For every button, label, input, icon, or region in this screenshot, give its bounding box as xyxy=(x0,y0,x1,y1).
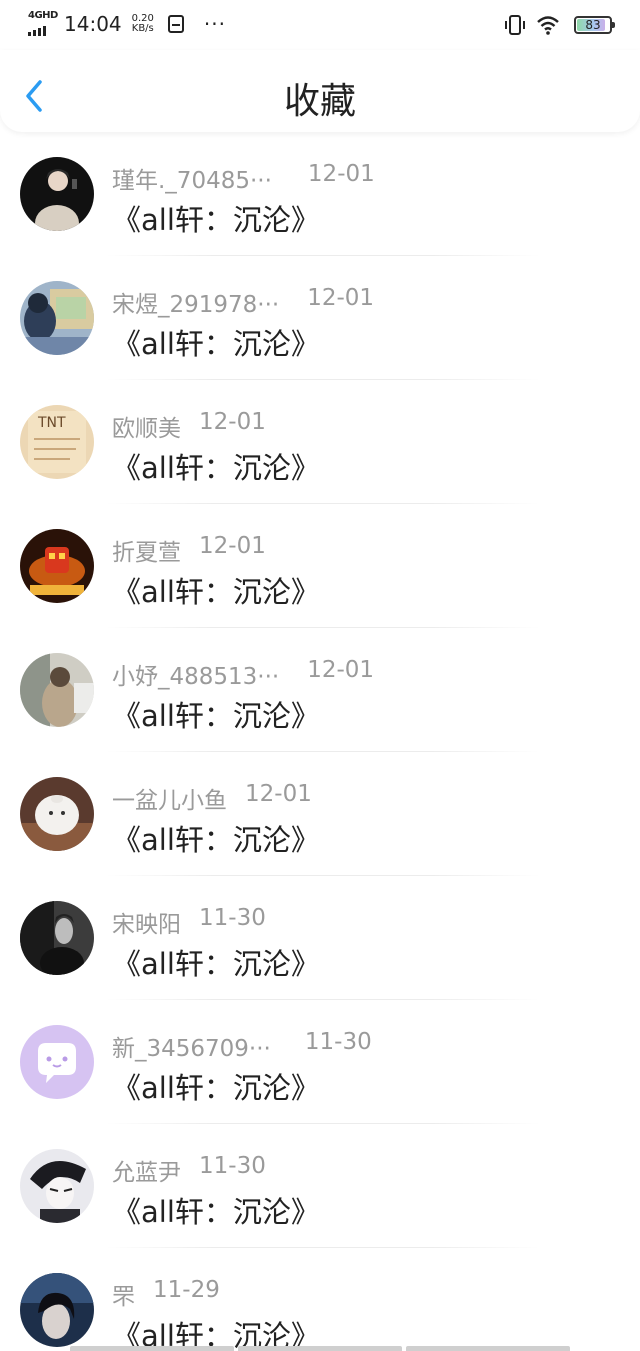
svg-text:TNT: TNT xyxy=(37,415,66,431)
list-item[interactable]: 罘 11-29 《all轩：沉沦》 xyxy=(0,1248,640,1351)
scroll-indicator xyxy=(70,1346,570,1351)
list-item[interactable]: 新_3456709··· 11-30 《all轩：沉沦》 xyxy=(0,1000,640,1124)
avatar[interactable] xyxy=(20,1025,94,1099)
story-title[interactable]: 《all轩：沉沦》 xyxy=(112,693,320,735)
avatar[interactable] xyxy=(20,1149,94,1223)
list-item[interactable]: TNT 欧顺美 12-01 《all轩：沉沦》 xyxy=(0,380,640,504)
list-item[interactable]: 小妤_488513··· 12-01 《all轩：沉沦》 xyxy=(0,628,640,752)
clock: 14:04 xyxy=(64,12,122,36)
battery-icon: 83 xyxy=(574,16,615,34)
story-title[interactable]: 《all轩：沉沦》 xyxy=(112,941,320,983)
speed-unit: KB/s xyxy=(131,23,154,34)
story-title[interactable]: 《all轩：沉沦》 xyxy=(112,321,320,363)
story-title[interactable]: 《all轩：沉沦》 xyxy=(112,197,320,239)
avatar[interactable] xyxy=(20,901,94,975)
story-title[interactable]: 《all轩：沉沦》 xyxy=(112,817,320,859)
user-name[interactable]: 瑾年._70485··· xyxy=(112,161,272,195)
user-name[interactable]: 一盆儿小鱼 xyxy=(112,781,227,815)
wifi-icon xyxy=(537,16,559,35)
avatar[interactable] xyxy=(20,157,94,231)
avatar[interactable] xyxy=(20,653,94,727)
avatar[interactable] xyxy=(20,281,94,355)
user-name[interactable]: 宋映阳 xyxy=(112,905,181,939)
date: 11-30 xyxy=(199,1153,266,1179)
date: 11-29 xyxy=(153,1277,220,1303)
battery-level: 83 xyxy=(585,18,601,32)
story-title[interactable]: 《all轩：沉沦》 xyxy=(112,445,320,487)
story-title[interactable]: 《all轩：沉沦》 xyxy=(112,569,320,611)
list-item[interactable]: 宋映阳 11-30 《all轩：沉沦》 xyxy=(0,876,640,1000)
story-title[interactable]: 《all轩：沉沦》 xyxy=(112,1189,320,1231)
network-type: 4GHD xyxy=(28,10,58,21)
list-item[interactable]: 宋煜_291978··· 12-01 《all轩：沉沦》 xyxy=(0,256,640,380)
user-name[interactable]: 罘 xyxy=(112,1277,135,1311)
user-name[interactable]: 新_3456709··· xyxy=(112,1029,271,1063)
avatar[interactable] xyxy=(20,1273,94,1347)
user-name[interactable]: 欧顺美 xyxy=(112,409,181,443)
date: 12-01 xyxy=(307,285,375,311)
page-title: 收藏 xyxy=(283,81,356,122)
avatar[interactable] xyxy=(20,777,94,851)
date: 12-01 xyxy=(199,409,266,435)
list-item[interactable]: 一盆儿小鱼 12-01 《all轩：沉沦》 xyxy=(0,752,640,876)
date: 12-01 xyxy=(245,781,312,807)
signal-icon: 4GHD xyxy=(28,10,58,36)
date: 12-01 xyxy=(199,533,266,559)
status-bar: 4GHD 14:04 0.20 KB/s ··· 83 xyxy=(0,0,640,50)
sim-card-icon xyxy=(167,15,184,33)
user-name[interactable]: 宋煜_291978··· xyxy=(112,285,279,319)
favorites-list[interactable]: 瑾年._70485··· 12-01 《all轩：沉沦》 宋煜_291978··… xyxy=(0,132,640,1351)
more-notifications: ··· xyxy=(203,12,226,36)
user-name[interactable]: 小妤_488513··· xyxy=(112,657,279,691)
avatar[interactable]: TNT xyxy=(20,405,94,479)
avatar[interactable] xyxy=(20,529,94,603)
user-name[interactable]: 折夏萱 xyxy=(112,533,181,567)
story-title[interactable]: 《all轩：沉沦》 xyxy=(112,1065,320,1107)
network-speed: 0.20 KB/s xyxy=(132,14,154,34)
date: 12-01 xyxy=(307,657,375,683)
date: 11-30 xyxy=(199,905,266,931)
vibrate-icon xyxy=(505,15,525,35)
list-item[interactable]: 瑾年._70485··· 12-01 《all轩：沉沦》 xyxy=(0,132,640,256)
list-item[interactable]: 允蓝尹 11-30 《all轩：沉沦》 xyxy=(0,1124,640,1248)
date: 11-30 xyxy=(304,1029,372,1055)
nav-bar: 收藏 xyxy=(0,50,640,132)
date: 12-01 xyxy=(307,161,375,187)
list-item[interactable]: 折夏萱 12-01 《all轩：沉沦》 xyxy=(0,504,640,628)
user-name[interactable]: 允蓝尹 xyxy=(112,1153,181,1187)
